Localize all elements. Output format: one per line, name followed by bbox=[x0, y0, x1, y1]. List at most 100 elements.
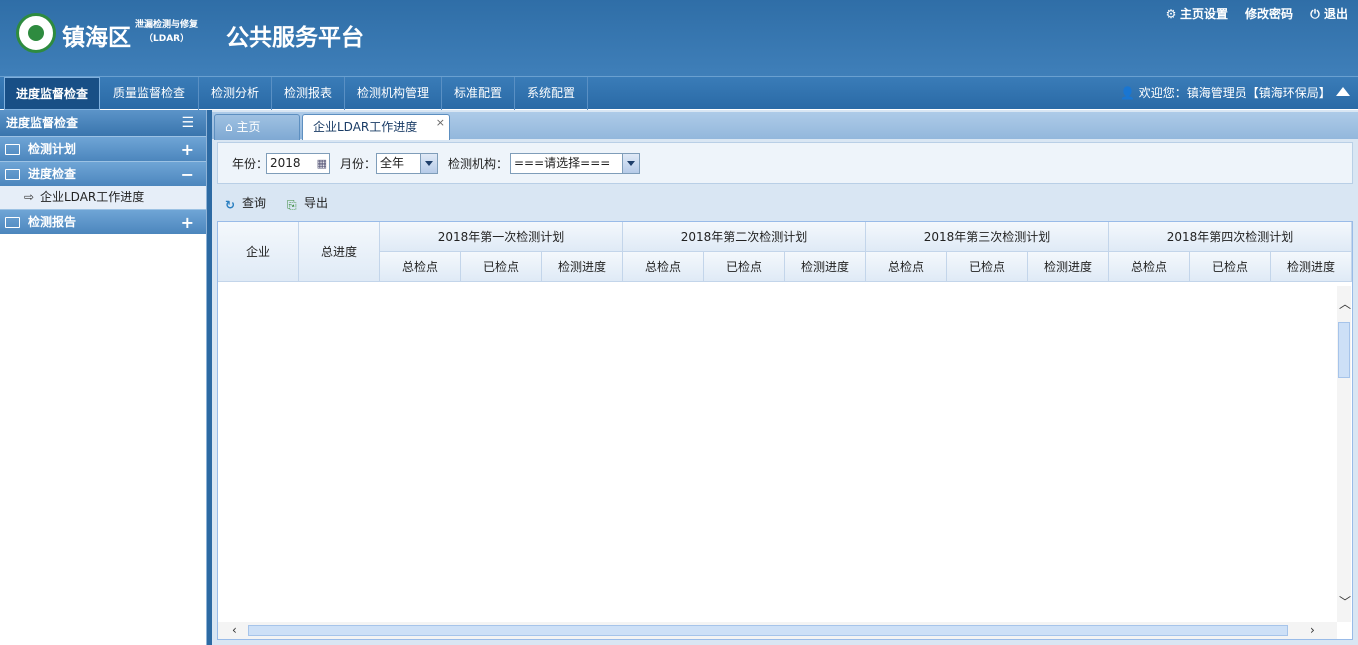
year-value: 2018 bbox=[270, 156, 301, 170]
col-header-plan: 2018年第一次检测计划 bbox=[380, 222, 623, 252]
folder-icon bbox=[5, 169, 20, 180]
col-header-sub: 检测进度 bbox=[1271, 252, 1352, 282]
main-panel: ⌂ 主页 企业LDAR工作进度 × 年份： 2018 ▦ 月份： 全年 检测机构：… bbox=[212, 110, 1358, 645]
month-value: 全年 bbox=[380, 156, 405, 170]
calendar-icon[interactable]: ▦ bbox=[317, 154, 327, 173]
welcome-text: 👤 欢迎您：镇海管理员【镇海环保局】 bbox=[1120, 77, 1331, 110]
home-settings-link[interactable]: ⚙ 主页设置 bbox=[1165, 5, 1228, 23]
year-label: 年份： bbox=[232, 157, 269, 171]
month-select[interactable]: 全年 bbox=[376, 153, 438, 174]
year-input[interactable]: 2018 ▦ bbox=[266, 153, 330, 174]
month-label: 月份： bbox=[340, 157, 377, 171]
progress-table: 企业 总进度 2018年第一次检测计划 总检点 已检点 检测进度 2018年第二次检测计划总… bbox=[217, 221, 1353, 640]
export-label: 导出 bbox=[304, 196, 329, 210]
sidebar-group-label: 检测报告 bbox=[28, 215, 77, 229]
nav-item-standard[interactable]: 标准配置 bbox=[442, 77, 515, 110]
toolbar: ↻ 查询 ⎘ 导出 bbox=[217, 188, 1353, 218]
sidebar-group-label: 检测计划 bbox=[28, 142, 77, 156]
filter-bar: 年份： 2018 ▦ 月份： 全年 检测机构： ===请选择=== bbox=[217, 142, 1353, 184]
col-header-company: 企业 bbox=[218, 222, 299, 282]
collapse-header-icon[interactable] bbox=[1336, 87, 1350, 96]
nav-item-progress[interactable]: 进度监督检查 bbox=[4, 77, 100, 110]
sidebar-collapse-icon[interactable]: ☰ bbox=[181, 110, 194, 136]
col-header-sub: 检测进度 bbox=[1028, 252, 1109, 282]
home-settings-label: 主页设置 bbox=[1180, 7, 1229, 21]
sidebar-header-label: 进度监督检查 bbox=[6, 116, 79, 130]
title-tail: 公共服务平台 bbox=[226, 25, 364, 51]
title-sub-bottom: （LDAR） bbox=[144, 34, 190, 44]
col-header-sub: 检测进度 bbox=[542, 252, 623, 282]
col-header-sub: 总检点 bbox=[866, 252, 947, 282]
change-password-link[interactable]: 修改密码 bbox=[1245, 5, 1293, 23]
logout-link[interactable]: ⏻ 退出 bbox=[1309, 5, 1348, 23]
export-icon: ⎘ bbox=[287, 198, 297, 212]
col-header-plan: 2018年第四次检测计划 bbox=[1109, 222, 1352, 252]
sidebar-item-ldar-progress[interactable]: ⇨ 企业LDAR工作进度 bbox=[0, 186, 206, 209]
home-icon: ⌂ bbox=[225, 120, 233, 134]
vertical-scrollbar[interactable]: ︿ ﹀ bbox=[1337, 286, 1351, 622]
power-icon: ⏻ bbox=[1310, 7, 1320, 21]
scroll-left-icon[interactable]: ‹ bbox=[232, 624, 237, 636]
expand-icon[interactable]: + bbox=[181, 210, 194, 235]
collapse-icon[interactable]: − bbox=[181, 162, 194, 187]
user-icon: 👤 bbox=[1120, 86, 1135, 100]
title-main: 镇海区 bbox=[62, 25, 131, 51]
org-label: 检测机构： bbox=[448, 157, 509, 171]
horizontal-scrollbar[interactable]: ‹ › bbox=[218, 622, 1337, 639]
tab-bar: ⌂ 主页 企业LDAR工作进度 × bbox=[212, 112, 1358, 140]
nav-item-org[interactable]: 检测机构管理 bbox=[345, 77, 442, 110]
horizontal-scroll-thumb[interactable] bbox=[248, 625, 1288, 636]
scroll-down-icon[interactable]: ﹀ bbox=[1339, 596, 1351, 608]
sidebar-group-label: 进度检查 bbox=[28, 167, 77, 181]
nav-item-system[interactable]: 系统配置 bbox=[515, 77, 588, 110]
logout-label: 退出 bbox=[1324, 7, 1349, 21]
col-header-sub: 已检点 bbox=[947, 252, 1028, 282]
sidebar-group-plan[interactable]: 检测计划 + bbox=[0, 136, 206, 161]
sidebar-item-label: 企业LDAR工作进度 bbox=[40, 190, 145, 204]
nav-item-quality[interactable]: 质量监督检查 bbox=[100, 77, 199, 110]
top-header: 镇海区 泄漏检测与修复 （LDAR） 公共服务平台 ⚙ 主页设置 修改密码 ⏻ 退出 bbox=[0, 0, 1358, 76]
folder-icon bbox=[5, 217, 20, 228]
col-header-plan: 2018年第二次检测计划 bbox=[623, 222, 866, 252]
col-header-sub: 总检点 bbox=[1109, 252, 1190, 282]
app-window: 镇海区 泄漏检测与修复 （LDAR） 公共服务平台 ⚙ 主页设置 修改密码 ⏻ 退出… bbox=[0, 0, 1358, 645]
sidebar-header: 进度监督检查 ☰ bbox=[0, 110, 206, 136]
logo-icon bbox=[16, 13, 56, 53]
tab-ldar-label: 企业LDAR工作进度 bbox=[313, 120, 418, 134]
sidebar-group-progress[interactable]: 进度检查 − bbox=[0, 161, 206, 186]
close-icon[interactable]: × bbox=[436, 111, 445, 135]
col-header-total: 总进度 bbox=[299, 222, 380, 282]
folder-icon bbox=[5, 144, 20, 155]
nav-item-report[interactable]: 检测报表 bbox=[272, 77, 345, 110]
col-header-sub: 总检点 bbox=[380, 252, 461, 282]
tab-home-label: 主页 bbox=[236, 120, 261, 134]
col-header-sub: 已检点 bbox=[461, 252, 542, 282]
col-header-sub: 已检点 bbox=[704, 252, 785, 282]
scroll-up-icon[interactable]: ︿ bbox=[1339, 298, 1351, 310]
query-label: 查询 bbox=[242, 196, 267, 210]
scroll-right-icon[interactable]: › bbox=[1310, 624, 1315, 636]
expand-icon[interactable]: + bbox=[181, 137, 194, 162]
refresh-icon: ↻ bbox=[225, 198, 236, 212]
tab-home[interactable]: ⌂ 主页 bbox=[214, 114, 300, 140]
chevron-down-icon[interactable] bbox=[420, 154, 437, 173]
org-select[interactable]: ===请选择=== bbox=[510, 153, 640, 174]
chevron-down-icon[interactable] bbox=[622, 154, 639, 173]
col-header-sub: 总检点 bbox=[623, 252, 704, 282]
nav-item-analysis[interactable]: 检测分析 bbox=[199, 77, 272, 110]
welcome-label: 欢迎您：镇海管理员【镇海环保局】 bbox=[1138, 86, 1331, 100]
org-value: ===请选择=== bbox=[514, 156, 611, 170]
gear-icon: ⚙ bbox=[1165, 7, 1177, 21]
title-sub-top: 泄漏检测与修复 bbox=[135, 20, 199, 30]
col-header-sub: 已检点 bbox=[1190, 252, 1271, 282]
col-header-sub: 检测进度 bbox=[785, 252, 866, 282]
col-header-plan: 2018年第三次检测计划 bbox=[866, 222, 1109, 252]
sidebar: 进度监督检查 ☰ 检测计划 + 进度检查 − ⇨ 企业LDAR工作进度 检测报告… bbox=[0, 110, 207, 645]
main-nav: 进度监督检查 质量监督检查 检测分析 检测报表 检测机构管理 标准配置 系统配置… bbox=[0, 76, 1358, 110]
export-button[interactable]: ⎘ 导出 bbox=[287, 194, 328, 212]
tab-ldar-progress[interactable]: 企业LDAR工作进度 × bbox=[302, 114, 450, 140]
arrow-right-icon: ⇨ bbox=[24, 190, 35, 204]
sidebar-group-report[interactable]: 检测报告 + bbox=[0, 209, 206, 234]
vertical-scroll-thumb[interactable] bbox=[1338, 322, 1350, 378]
query-button[interactable]: ↻ 查询 bbox=[225, 194, 266, 212]
